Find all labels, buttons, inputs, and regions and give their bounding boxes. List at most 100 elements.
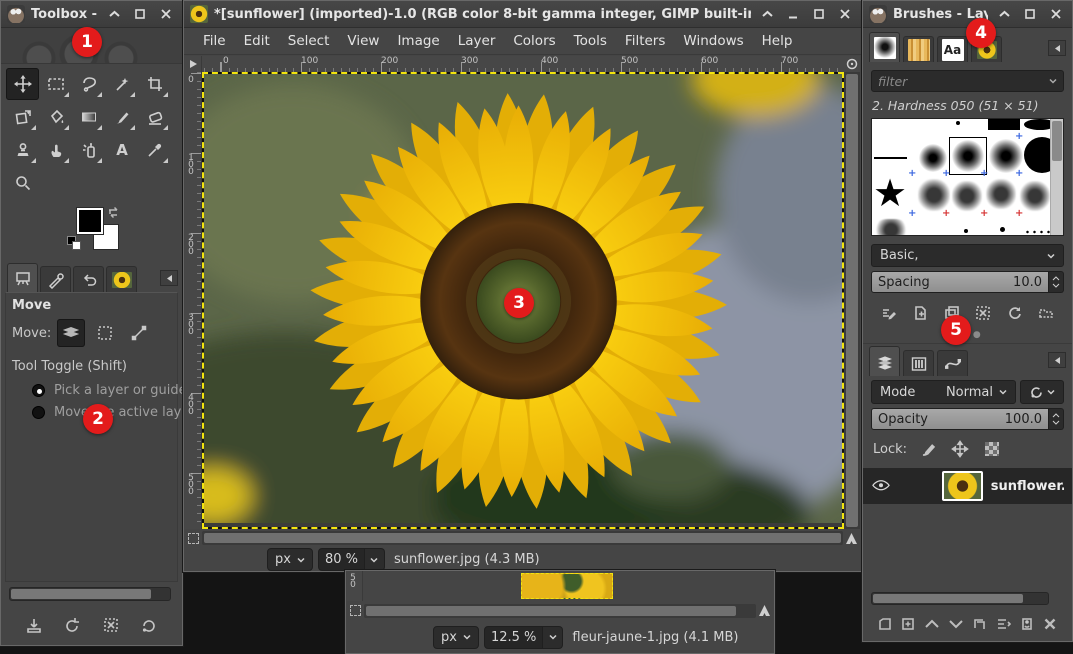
close-button[interactable] — [156, 5, 176, 23]
tab-images[interactable] — [106, 266, 137, 292]
second-zoom-entry[interactable]: 12.5 % — [484, 626, 543, 649]
navigation-preview-button[interactable] — [843, 529, 860, 547]
move-path-button[interactable] — [125, 319, 153, 347]
brush-item[interactable] — [1020, 181, 1050, 211]
open-brush-as-image-button[interactable] — [1034, 302, 1058, 324]
refresh-brushes-button[interactable] — [1003, 302, 1027, 324]
layers-menu-button[interactable] — [1048, 352, 1066, 368]
maximize-button[interactable] — [1020, 5, 1040, 23]
fuzzy-select-tool-button[interactable] — [105, 68, 138, 100]
gradient-tool-button[interactable] — [72, 101, 105, 133]
crop-tool-button[interactable] — [138, 68, 171, 100]
brush-item[interactable] — [1024, 119, 1050, 130]
opacity-spinslider[interactable]: Opacity 100.0 — [871, 408, 1064, 430]
delete-layer-button[interactable] — [1039, 613, 1061, 635]
anchor-layer-button[interactable] — [1016, 613, 1038, 635]
rectangle-select-tool-button[interactable] — [39, 68, 72, 100]
delete-brush-button[interactable] — [971, 302, 995, 324]
new-brush-button[interactable] — [908, 302, 932, 324]
layer-row-sunflower[interactable]: sunflower. — [863, 468, 1072, 504]
move-layer-button[interactable] — [57, 319, 85, 347]
new-layer-button[interactable] — [874, 613, 896, 635]
tab-brushes[interactable] — [869, 32, 900, 62]
lock-pixels-button[interactable] — [917, 438, 939, 460]
menu-filters[interactable]: Filters — [616, 30, 674, 52]
brush-item[interactable]: ★ — [873, 175, 907, 211]
text-tool-button[interactable]: A — [105, 134, 138, 166]
toolbox-titlebar[interactable]: Toolbox - T — [1, 1, 182, 28]
brush-item[interactable] — [952, 181, 982, 211]
shade-button[interactable] — [994, 5, 1014, 23]
tab-undo-history[interactable] — [73, 266, 104, 292]
spacing-spinner[interactable] — [1049, 271, 1064, 293]
restore-tool-preset-button[interactable] — [60, 613, 84, 637]
brush-group-dropdown[interactable]: Basic, — [871, 244, 1064, 267]
brush-item[interactable] — [1024, 229, 1050, 235]
free-select-tool-button[interactable] — [72, 68, 105, 100]
transform-tool-button[interactable] — [6, 101, 39, 133]
raise-layer-button[interactable] — [921, 613, 943, 635]
close-button[interactable] — [835, 5, 855, 23]
smudge-tool-button[interactable] — [39, 134, 72, 166]
brush-item[interactable] — [988, 119, 1020, 130]
save-tool-preset-button[interactable] — [22, 613, 46, 637]
brushes-menu-button[interactable] — [1048, 40, 1066, 56]
brush-item[interactable] — [1024, 137, 1050, 173]
paintbrush-tool-button[interactable] — [105, 101, 138, 133]
second-horizontal-scrollbar[interactable] — [364, 604, 756, 618]
second-unit-dropdown[interactable]: px — [433, 626, 479, 649]
vertical-scrollbar[interactable] — [844, 72, 860, 529]
tab-patterns[interactable] — [903, 36, 934, 62]
dock-menu-button[interactable] — [160, 270, 178, 286]
ruler-origin-button[interactable] — [185, 56, 202, 72]
clone-tool-button[interactable] — [6, 134, 39, 166]
brush-item[interactable] — [918, 179, 950, 211]
edit-brush-button[interactable] — [877, 302, 901, 324]
swap-colors-icon[interactable] — [107, 206, 121, 222]
menu-image[interactable]: Image — [388, 30, 448, 52]
duplicate-layer-button[interactable] — [968, 613, 990, 635]
move-selection-button[interactable] — [91, 319, 119, 347]
brush-grid[interactable]: + + + + + + ★ + + + + — [871, 118, 1064, 236]
delete-tool-preset-button[interactable] — [99, 613, 123, 637]
horizontal-scrollbar[interactable] — [202, 531, 843, 545]
spacing-spinslider[interactable]: Spacing 10.0 — [871, 271, 1064, 293]
reset-tool-options-button[interactable] — [137, 613, 161, 637]
maximize-button[interactable] — [130, 5, 150, 23]
brush-filter-input[interactable] — [878, 74, 1049, 89]
vertical-ruler[interactable]: 0 100 200 300 400 500 — [185, 72, 202, 529]
tool-options-scrollbar[interactable] — [9, 587, 171, 601]
tab-fonts[interactable]: Aa — [937, 36, 968, 62]
menu-colors[interactable]: Colors — [504, 30, 564, 52]
mode-switch-button[interactable] — [1020, 380, 1064, 404]
second-navigation-button[interactable] — [756, 602, 773, 619]
shade-button[interactable] — [757, 5, 777, 23]
brush-item[interactable] — [1000, 227, 1005, 232]
airbrush-tool-button[interactable] — [72, 134, 105, 166]
color-picker-tool-button[interactable] — [138, 134, 171, 166]
tab-paths[interactable] — [937, 350, 968, 376]
brush-item[interactable] — [986, 179, 1016, 209]
brush-item[interactable] — [874, 157, 907, 159]
menu-help[interactable]: Help — [753, 30, 802, 52]
move-tool-button[interactable] — [6, 68, 39, 100]
layer-visibility-eye-icon[interactable] — [871, 479, 892, 493]
brush-item[interactable] — [964, 229, 968, 233]
second-zoom-dropdown-button[interactable] — [543, 626, 563, 649]
menu-layer[interactable]: Layer — [449, 30, 505, 52]
horizontal-ruler[interactable]: 0 100 200 300 400 500 600 700 — [202, 56, 843, 72]
menu-tools[interactable]: Tools — [565, 30, 616, 52]
close-button[interactable] — [1046, 5, 1066, 23]
merge-layer-button[interactable] — [992, 613, 1014, 635]
zoom-entry[interactable]: 80 % — [318, 548, 365, 571]
lock-position-button[interactable] — [949, 438, 971, 460]
menu-edit[interactable]: Edit — [235, 30, 279, 52]
tab-layers[interactable] — [869, 346, 900, 376]
layer-mode-dropdown[interactable]: Mode Normal — [871, 380, 1016, 404]
zoom-tool-button[interactable] — [6, 167, 39, 199]
brush-grid-scrollbar[interactable] — [1050, 119, 1063, 235]
foreground-color-swatch[interactable] — [77, 208, 103, 234]
tab-tool-options[interactable] — [7, 263, 38, 292]
layer-thumbnail[interactable] — [942, 471, 983, 501]
opacity-spinner[interactable] — [1049, 408, 1064, 430]
